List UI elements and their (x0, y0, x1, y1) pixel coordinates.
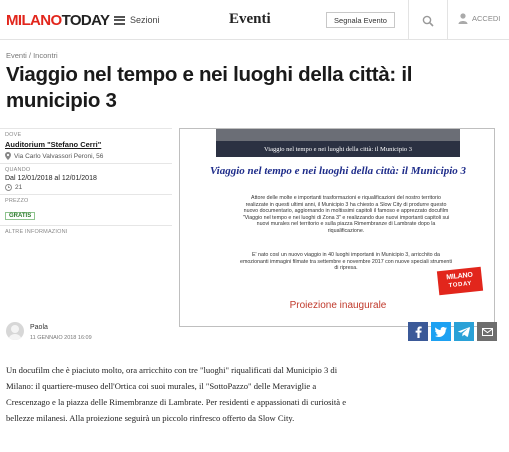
section-title: Eventi (229, 11, 271, 27)
poster-logo-today: TODAY (448, 280, 473, 290)
poster-top-band: Viaggio nel tempo e nei luoghi della cit… (216, 129, 460, 157)
share-twitter-button[interactable] (431, 322, 451, 341)
map-pin-icon (5, 152, 11, 160)
poster-paragraph: E' nato così un nuovo viaggio in 40 luog… (240, 252, 452, 272)
when-label: QUANDO (5, 167, 31, 173)
login-button[interactable]: ACCEDI (458, 13, 500, 24)
poster-top-caption: Viaggio nel tempo e nei luoghi della cit… (264, 145, 412, 153)
where-label: DOVE (5, 132, 22, 138)
menu-icon (114, 15, 125, 25)
report-event-button[interactable]: Segnala Evento (326, 12, 395, 28)
email-icon (481, 327, 493, 336)
sections-menu-button[interactable]: Sezioni (114, 12, 160, 28)
facebook-icon (415, 326, 422, 338)
publish-date: 11 GENNAIO 2018 16:09 (30, 335, 92, 341)
author-bar: Paola 11 GENNAIO 2018 16:09 (0, 322, 509, 348)
login-label: ACCEDI (472, 14, 501, 23)
article-body: Un docufilm che è piaciuto molto, ora ar… (6, 365, 347, 423)
poster-title: Viaggio nel tempo e nei luoghi della cit… (209, 165, 467, 177)
venue-link[interactable]: Auditorium "Stefano Cerri" (5, 140, 167, 149)
search-icon[interactable] (422, 14, 434, 27)
header-divider (408, 0, 409, 40)
share-email-button[interactable] (477, 322, 497, 341)
poster-milanotoday-logo: MILANO TODAY (436, 266, 484, 296)
twitter-icon (435, 326, 447, 337)
price-block: PREZZO GRATIS (0, 194, 172, 225)
share-telegram-button[interactable] (454, 322, 474, 341)
when-block: QUANDO Dal 12/01/2018 al 12/01/2018 21 (0, 163, 172, 194)
header-divider (447, 0, 448, 40)
poster-projection-heading: Proiezione inaugurale (289, 300, 387, 311)
address-text: Via Carlo Valvassori Peroni, 56 (14, 152, 104, 160)
author-name[interactable]: Paola (30, 324, 48, 331)
time-row: 21 (5, 184, 167, 191)
where-block: DOVE Auditorium "Stefano Cerri" Via Carl… (0, 128, 172, 163)
event-info: DOVE Auditorium "Stefano Cerri" Via Carl… (0, 128, 172, 238)
logo-today: TODAY (61, 12, 110, 29)
more-info-block: ALTRE INFORMAZIONI (0, 225, 172, 238)
sections-menu-label: Sezioni (130, 15, 160, 25)
site-logo[interactable]: MILANOTODAY (6, 12, 110, 29)
user-icon (458, 13, 468, 24)
page-title: Viaggio nel tempo e nei luoghi della cit… (6, 63, 413, 112)
logo-milano: MILANO (6, 12, 62, 29)
site-header: MILANOTODAY Sezioni Eventi Segnala Event… (0, 0, 509, 40)
breadcrumb[interactable]: Eventi / Incontri (6, 51, 58, 60)
event-image[interactable]: Viaggio nel tempo e nei luoghi della cit… (179, 128, 495, 327)
address-row[interactable]: Via Carlo Valvassori Peroni, 56 (5, 152, 167, 160)
share-facebook-button[interactable] (408, 322, 428, 341)
clock-icon (5, 184, 12, 191)
event-time: 21 (15, 184, 23, 191)
price-label: PREZZO (5, 198, 29, 204)
avatar[interactable] (6, 322, 24, 340)
price-badge: GRATIS (5, 212, 36, 220)
telegram-icon (458, 326, 470, 337)
event-dates: Dal 12/01/2018 al 12/01/2018 (5, 175, 97, 182)
poster-paragraph: Attore delle molte e importanti trasform… (242, 195, 450, 234)
more-info-label: ALTRE INFORMAZIONI (5, 229, 68, 235)
